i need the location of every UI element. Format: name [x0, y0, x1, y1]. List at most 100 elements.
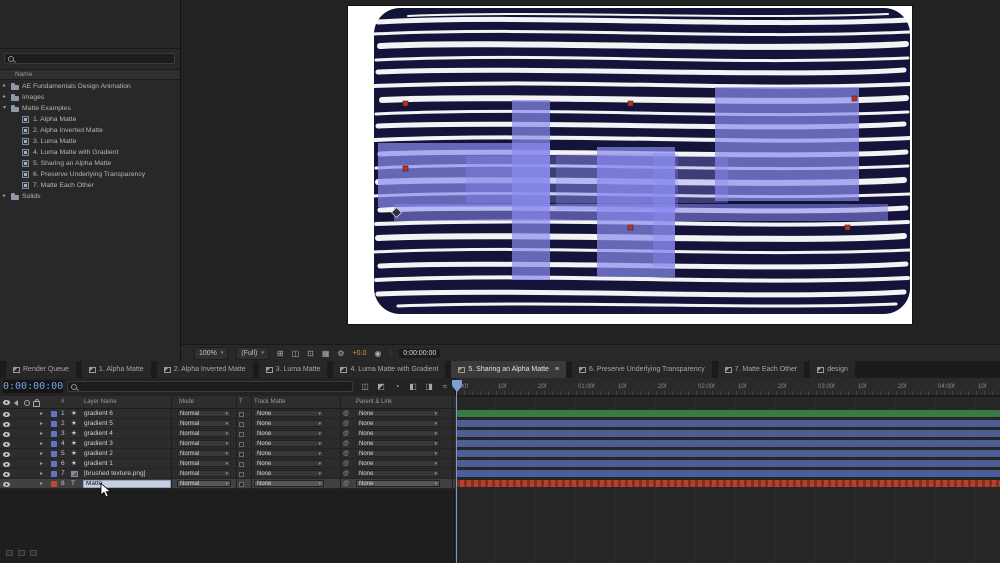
blend-mode-dropdown[interactable]: Normal ▾ [177, 460, 231, 467]
twirl-icon[interactable]: ▸ [40, 429, 43, 439]
layer-name-edit-field[interactable]: Matte [83, 479, 171, 488]
project-item-label[interactable]: 3. Luma Matte [33, 136, 76, 147]
layer-color-swatch[interactable] [51, 481, 57, 487]
mode-column-header[interactable]: Mode [179, 396, 194, 409]
visibility-eye-icon[interactable] [3, 472, 10, 477]
project-item-comp[interactable]: 1. Alpha Matte [0, 114, 180, 125]
pickwhip-icon[interactable]: @ [343, 439, 349, 449]
solo-column-icon[interactable] [24, 400, 30, 406]
track-matte-dropdown[interactable]: None ▾ [254, 410, 324, 417]
visibility-eye-icon[interactable] [3, 452, 10, 457]
pickwhip-icon[interactable]: @ [343, 419, 349, 429]
exposure-value[interactable]: +0.0 [353, 350, 367, 357]
twirl-icon[interactable]: ▸ [40, 469, 43, 479]
parent-link-dropdown[interactable]: None ▾ [356, 480, 440, 487]
tab-comp-1[interactable]: 1. Alpha Matte [81, 361, 151, 378]
expand-transfer-controls-icon[interactable] [18, 550, 25, 556]
project-item-label[interactable]: Images [22, 92, 44, 103]
project-item-label[interactable]: 5. Sharing an Alpha Matte [33, 158, 111, 169]
layer-name-column-header[interactable]: Layer Name [84, 396, 117, 409]
project-item-folder[interactable]: ▸ AE Fundamentals Design Animation [0, 81, 180, 92]
track-matte-dropdown[interactable]: None ▾ [254, 460, 324, 467]
visibility-eye-icon[interactable] [3, 482, 10, 487]
project-item-comp[interactable]: 5. Sharing an Alpha Matte [0, 158, 180, 169]
pickwhip-icon[interactable]: @ [343, 479, 349, 489]
tab-comp-6[interactable]: 6. Preserve Underlying Transparency [572, 361, 712, 378]
preserve-transparency-toggle[interactable] [239, 431, 244, 437]
layer-name[interactable]: [brushed texture.png] [84, 469, 145, 479]
tab-comp-3[interactable]: 3. Luma Matte [258, 361, 328, 378]
layer-color-swatch[interactable] [51, 461, 57, 467]
panel-menu-icon[interactable]: ≡ [555, 366, 559, 373]
project-item-label[interactable]: 2. Alpha Inverted Matte [33, 125, 103, 136]
layer-duration-bar[interactable] [457, 460, 1000, 467]
pickwhip-icon[interactable]: @ [343, 409, 349, 419]
track-matte-dropdown[interactable]: None ▾ [254, 470, 324, 477]
composition-canvas[interactable] [348, 6, 912, 324]
region-of-interest-icon[interactable]: ⊡ [307, 348, 314, 359]
preserve-transparency-toggle[interactable] [239, 451, 244, 457]
twirl-icon[interactable]: ▸ [40, 409, 43, 419]
blend-mode-dropdown[interactable]: Normal ▾ [177, 420, 231, 427]
project-item-label[interactable]: 1. Alpha Matte [33, 114, 76, 125]
timeline-search-input[interactable] [67, 381, 353, 392]
twirl-icon[interactable]: ▸ [40, 439, 43, 449]
preserve-transparency-toggle[interactable] [239, 461, 244, 467]
visibility-eye-icon[interactable] [3, 422, 10, 427]
choose-grid-icon[interactable]: ⊞ [277, 348, 284, 359]
track-matte-dropdown[interactable]: None ▾ [254, 440, 324, 447]
project-columns-header[interactable]: Name [0, 69, 180, 80]
track-matte-dropdown[interactable]: None ▾ [254, 430, 324, 437]
layer-duration-bar[interactable] [457, 430, 1000, 437]
preserve-column-header[interactable]: T [239, 396, 243, 409]
project-item-label[interactable]: 6. Preserve Underlying Transparency [33, 169, 145, 180]
pickwhip-icon[interactable]: @ [343, 469, 349, 479]
project-item-comp[interactable]: 4. Luma Matte with Gradient [0, 147, 180, 158]
project-item-folder[interactable]: ▾ Matte Examples [0, 103, 180, 114]
eye-column-icon[interactable] [3, 400, 10, 405]
current-time-display[interactable]: 0:00:00:00 [3, 380, 63, 393]
pickwhip-icon[interactable]: @ [343, 429, 349, 439]
preserve-transparency-toggle[interactable] [239, 481, 244, 487]
tab-comp-4[interactable]: 4. Luma Matte with Gradient [333, 361, 446, 378]
parent-link-dropdown[interactable]: None ▾ [356, 470, 440, 477]
twirl-icon[interactable]: ▸ [3, 81, 6, 91]
layer-color-swatch[interactable] [51, 431, 57, 437]
layer-name[interactable]: gradient 3 [84, 439, 113, 449]
twirl-icon[interactable]: ▸ [40, 449, 43, 459]
layer-name[interactable]: gradient 2 [84, 449, 113, 459]
twirl-open-icon[interactable]: ▾ [3, 103, 6, 113]
tab-comp-2[interactable]: 2. Alpha Inverted Matte [156, 361, 253, 378]
parent-link-dropdown[interactable]: None ▾ [356, 410, 440, 417]
track-matte-column-header[interactable]: Track Matte [254, 396, 285, 409]
layer-color-swatch[interactable] [51, 471, 57, 477]
layer-color-swatch[interactable] [51, 441, 57, 447]
layer-name[interactable]: gradient 4 [84, 429, 113, 439]
project-item-label[interactable]: Solids [22, 191, 41, 202]
twirl-icon[interactable]: ▸ [3, 191, 6, 201]
blend-mode-dropdown[interactable]: Normal ▾ [177, 470, 231, 477]
tab-render-queue[interactable]: Render Queue [6, 361, 76, 378]
layer-duration-bar[interactable] [457, 450, 1000, 457]
audio-column-icon[interactable] [14, 400, 18, 406]
project-item-label[interactable]: 4. Luma Matte with Gradient [33, 147, 118, 158]
mask-visibility-icon[interactable]: ◫ [292, 348, 300, 359]
parent-link-dropdown[interactable]: None ▾ [356, 420, 440, 427]
name-column-header[interactable]: Name [15, 71, 32, 78]
track-matte-dropdown[interactable]: None ▾ [254, 480, 324, 487]
playhead-line[interactable] [456, 380, 457, 563]
pickwhip-icon[interactable]: @ [343, 459, 349, 469]
motion-blur-icon[interactable]: ◨ [422, 380, 436, 393]
hide-shy-layers-icon[interactable]: ◔ [390, 380, 404, 393]
project-item-folder[interactable]: ▸ Images [0, 92, 180, 103]
draft-3d-icon[interactable]: ◩ [374, 380, 388, 393]
parent-link-dropdown[interactable]: None ▾ [356, 440, 440, 447]
blend-mode-dropdown[interactable]: Normal ▾ [177, 480, 231, 487]
track-matte-dropdown[interactable]: None ▾ [254, 420, 324, 427]
expand-layer-switches-icon[interactable] [6, 550, 13, 556]
time-ruler[interactable]: :00f 10f 20f 01:00f 10f 20f 02:00f 10f 2… [455, 378, 1000, 396]
blend-mode-dropdown[interactable]: Normal ▾ [177, 410, 231, 417]
visibility-eye-icon[interactable] [3, 462, 10, 467]
twirl-icon[interactable]: ▸ [40, 419, 43, 429]
project-item-comp[interactable]: 2. Alpha Inverted Matte [0, 125, 180, 136]
